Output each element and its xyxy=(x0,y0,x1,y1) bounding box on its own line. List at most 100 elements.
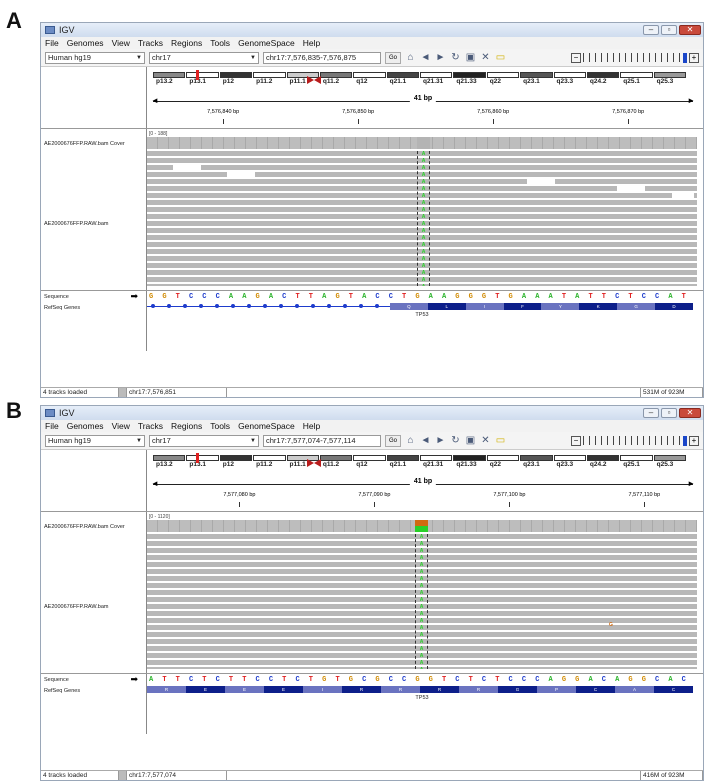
ruler-tick-label: 7,577,110 bp xyxy=(628,492,661,498)
menu-view[interactable]: View xyxy=(112,38,130,48)
forward-icon[interactable]: ► xyxy=(435,435,446,446)
mismatch-base-g[interactable]: G xyxy=(609,622,613,628)
menu-tools[interactable]: Tools xyxy=(210,38,230,48)
coverage-track-name[interactable]: AE2000676FFP.RAW.bam Cover xyxy=(44,141,125,147)
sequence-base: C xyxy=(388,676,393,684)
alignment-track-name[interactable]: AE2000676FFP.RAW.bam xyxy=(44,604,109,610)
alignment-view[interactable]: [0 - 1120] AAAAAAAAAAAAAAAAAAAA G xyxy=(147,512,697,673)
coverage-snp-bar[interactable] xyxy=(417,137,430,149)
sequence-track-name[interactable]: Sequence xyxy=(44,294,69,300)
sequence-track[interactable]: ATTCTCTTCCTCTGTGCGCCGGTCTCTCCCAGGACAGGCA… xyxy=(147,676,697,685)
zoom-control[interactable]: − + xyxy=(571,52,699,63)
roi-icon[interactable]: ▣ xyxy=(465,435,476,446)
sequence-base: A xyxy=(428,293,433,301)
menu-file[interactable]: File xyxy=(45,421,59,431)
zoom-in-button[interactable]: + xyxy=(689,435,699,446)
ruler-tick xyxy=(628,119,630,124)
amino-acid: G xyxy=(498,686,537,693)
zoom-out-button[interactable]: − xyxy=(571,435,581,446)
snp-base: A xyxy=(421,214,426,220)
sequence-base: T xyxy=(441,676,447,684)
ruler-tick xyxy=(374,502,376,507)
refseq-gene-track[interactable]: QLIFYKGD xyxy=(147,303,697,311)
home-icon[interactable]: ⌂ xyxy=(405,52,416,63)
snp-base: A xyxy=(421,270,426,276)
zoom-slider[interactable] xyxy=(583,436,681,445)
menu-tracks[interactable]: Tracks xyxy=(138,421,163,431)
menu-genomes[interactable]: Genomes xyxy=(67,421,104,431)
zoom-control[interactable]: − + xyxy=(571,435,699,446)
locus-value: chr17:7,576,835-7,576,875 xyxy=(266,53,357,62)
menu-tools[interactable]: Tools xyxy=(210,421,230,431)
forward-icon[interactable]: ► xyxy=(435,52,446,63)
menu-tracks[interactable]: Tracks xyxy=(138,38,163,48)
cytoband-label: p11.1 xyxy=(289,461,306,468)
snp-column[interactable]: AAAAAAAAAAAAAAAAAAAA xyxy=(417,151,430,286)
locus-input[interactable]: chr17:7,577,074-7,577,114 xyxy=(263,434,381,447)
popup-icon[interactable]: ▭ xyxy=(495,52,506,63)
menu-genomespace[interactable]: GenomeSpace xyxy=(238,38,295,48)
zoom-slider[interactable] xyxy=(583,53,681,62)
locus-input[interactable]: chr17:7,576,835-7,576,875 xyxy=(263,51,381,64)
coverage-snp-bar[interactable] xyxy=(415,520,428,532)
menu-regions[interactable]: Regions xyxy=(171,421,202,431)
alignment-view[interactable]: [0 - 188] AAAAAAAAAAAAAAAAAAAA xyxy=(147,129,697,290)
refseq-track-name[interactable]: RefSeq Genes xyxy=(44,305,80,311)
minimize-button[interactable]: – xyxy=(643,408,659,418)
maximize-button[interactable]: ▫ xyxy=(661,25,677,35)
sequence-base: C xyxy=(375,293,380,301)
ruler-span-label: 41 bp xyxy=(409,478,437,485)
chromosome-select[interactable]: chr17 ▼ xyxy=(149,51,259,64)
menu-genomespace[interactable]: GenomeSpace xyxy=(238,421,295,431)
refresh-icon[interactable]: ↻ xyxy=(450,435,461,446)
intron-marker xyxy=(167,304,171,308)
status-message xyxy=(227,770,641,780)
minimize-button[interactable]: – xyxy=(643,25,659,35)
snp-column[interactable]: AAAAAAAAAAAAAAAAAAAA xyxy=(415,534,428,669)
menu-help[interactable]: Help xyxy=(303,421,320,431)
coverage-track-name[interactable]: AE2000676FFP.RAW.bam Cover xyxy=(44,524,125,530)
menu-file[interactable]: File xyxy=(45,38,59,48)
chromosome-ideogram[interactable]: p13.2 p13.1 p12 p11.2 p11.1 q11.2 q12 q21.1 q21.… xyxy=(153,70,697,85)
genome-select[interactable]: Human hg19 ▼ xyxy=(45,51,145,64)
sequence-base: G xyxy=(255,293,260,301)
snp-base: A xyxy=(421,249,426,255)
maximize-button[interactable]: ▫ xyxy=(661,408,677,418)
amino-acid: C xyxy=(576,686,615,693)
menu-view[interactable]: View xyxy=(112,421,130,431)
genome-select[interactable]: Human hg19 ▼ xyxy=(45,434,145,447)
close-window-button[interactable]: ✕ xyxy=(679,25,701,35)
back-icon[interactable]: ◄ xyxy=(420,435,431,446)
sequence-base: A xyxy=(322,293,327,301)
alignment-track-name[interactable]: AE2000676FFP.RAW.bam xyxy=(44,221,109,227)
snp-base: A xyxy=(421,242,426,248)
close-icon[interactable]: ✕ xyxy=(480,52,491,63)
strand-arrow-icon[interactable]: ➡ xyxy=(130,674,138,685)
home-icon[interactable]: ⌂ xyxy=(405,435,416,446)
sequence-base: C xyxy=(681,676,686,684)
strand-arrow-icon[interactable]: ➡ xyxy=(130,291,138,302)
cytoband-label: p11.2 xyxy=(256,461,273,468)
menu-genomes[interactable]: Genomes xyxy=(67,38,104,48)
popup-icon[interactable]: ▭ xyxy=(495,435,506,446)
menu-help[interactable]: Help xyxy=(303,38,320,48)
back-icon[interactable]: ◄ xyxy=(420,52,431,63)
zoom-out-button[interactable]: − xyxy=(571,52,581,63)
go-button[interactable]: Go xyxy=(385,434,401,447)
close-icon[interactable]: ✕ xyxy=(480,435,491,446)
chromosome-ideogram[interactable]: p13.2 p13.1 p12 p11.2 p11.1 q11.2 q12 q21.1 q21.… xyxy=(153,453,697,468)
close-window-button[interactable]: ✕ xyxy=(679,408,701,418)
sequence-track[interactable]: GGTCCCAAGACTTAGTACCTGAAGGGTGAAATATTCTCCA… xyxy=(147,293,697,302)
amino-acid: K xyxy=(579,303,618,310)
sequence-track-name[interactable]: Sequence xyxy=(44,677,69,683)
go-button[interactable]: Go xyxy=(385,51,401,64)
sequence-base: A xyxy=(535,293,540,301)
refseq-gene-track[interactable]: REEEIRRRRGPCAC xyxy=(147,686,697,694)
refresh-icon[interactable]: ↻ xyxy=(450,52,461,63)
refseq-track-name[interactable]: RefSeq Genes xyxy=(44,688,80,694)
zoom-in-button[interactable]: + xyxy=(689,52,699,63)
menu-regions[interactable]: Regions xyxy=(171,38,202,48)
sequence-base: C xyxy=(295,676,300,684)
chromosome-select[interactable]: chr17 ▼ xyxy=(149,434,259,447)
roi-icon[interactable]: ▣ xyxy=(465,52,476,63)
